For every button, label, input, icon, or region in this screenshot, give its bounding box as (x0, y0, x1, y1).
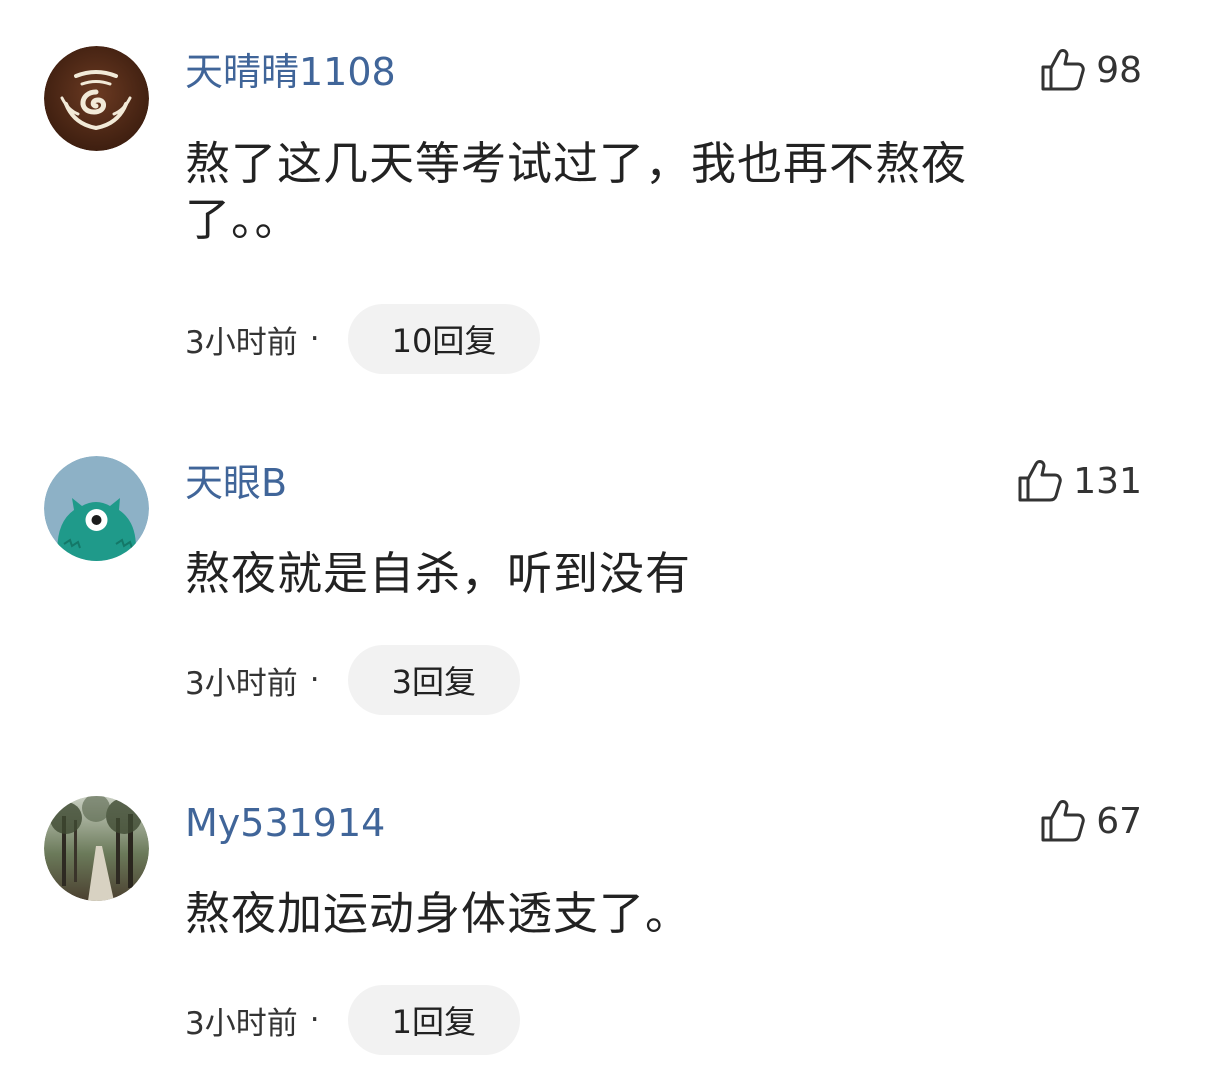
timestamp: 3小时前 (185, 665, 298, 702)
comment-text: 熬了这几天等考试过了，我也再不熬夜了。。 (185, 137, 968, 246)
thumbs-up-icon (1018, 460, 1063, 502)
reply-count-button[interactable]: 1回复 (347, 985, 520, 1055)
comment-text: 熬夜就是自杀，听到没有 (185, 547, 692, 600)
like-count: 131 (1073, 460, 1142, 502)
username[interactable]: My531914 (185, 799, 385, 847)
like-button[interactable]: 98 (1040, 46, 1142, 94)
thumbs-up-icon (1041, 800, 1085, 842)
avatar[interactable] (44, 796, 149, 901)
timestamp: 3小时前 (185, 1005, 298, 1042)
comment-meta: 3小时前 · 10回复 (185, 304, 541, 374)
like-count: 67 (1096, 800, 1142, 842)
comment-text: 熬夜加运动身体透支了。 (185, 887, 692, 940)
separator-dot: · (309, 321, 320, 357)
forest-path-icon (44, 796, 149, 901)
reply-count-button[interactable]: 3回复 (347, 645, 520, 715)
comment-meta: 3小时前 · 1回复 (185, 985, 520, 1055)
comment-meta: 3小时前 · 3回复 (185, 645, 520, 715)
one-eyed-monster-icon (44, 456, 149, 561)
avatar[interactable] (44, 456, 149, 561)
separator-dot: · (309, 1002, 320, 1038)
timestamp: 3小时前 (185, 324, 298, 361)
like-button[interactable]: 131 (1017, 457, 1142, 505)
reply-count-button[interactable]: 10回复 (347, 304, 541, 374)
like-button[interactable]: 67 (1040, 797, 1142, 845)
like-count: 98 (1096, 49, 1142, 91)
username[interactable]: 天眼B (185, 459, 287, 507)
thumbs-up-icon (1041, 49, 1085, 91)
separator-dot: · (309, 662, 320, 698)
avatar[interactable] (44, 46, 149, 151)
swirl-logo-icon (44, 46, 149, 151)
username[interactable]: 天晴晴1108 (185, 48, 396, 96)
